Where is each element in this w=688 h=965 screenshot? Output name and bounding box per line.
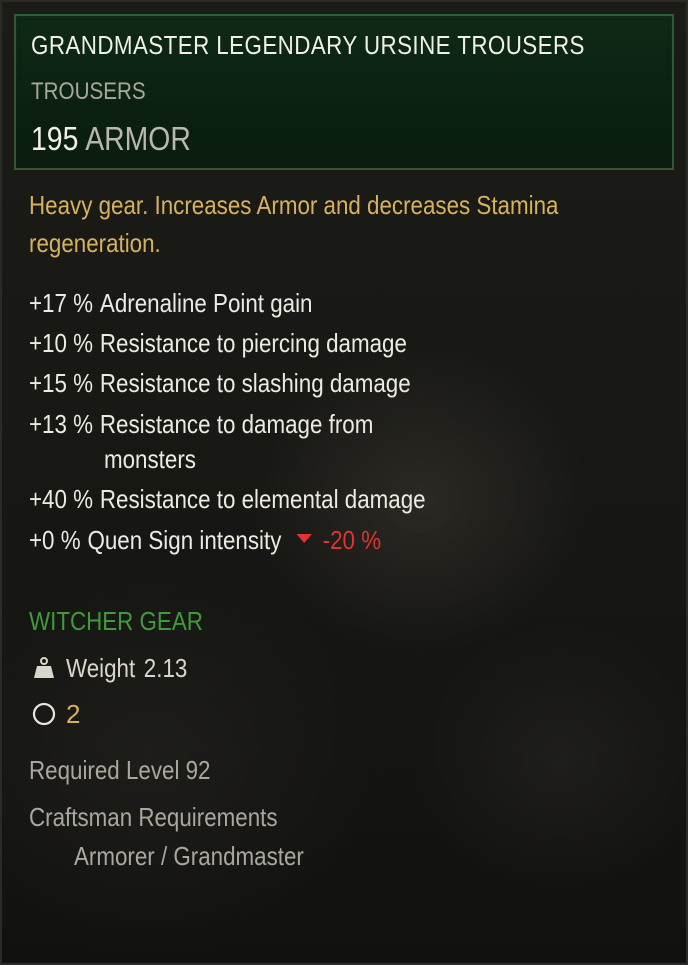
item-header: GRANDMASTER LEGENDARY URSINE TROUSERS TR… bbox=[14, 14, 674, 170]
red-down-triangle-icon bbox=[296, 533, 313, 543]
stat-line: +17 % Adrenaline Point gain bbox=[29, 288, 312, 319]
stat-percent: +13 % bbox=[29, 409, 94, 439]
weight-value: 2.13 bbox=[143, 652, 188, 683]
craftsman-requirements-title: Craftsman Requirements bbox=[29, 802, 278, 832]
stat-percent: +40 % bbox=[29, 484, 94, 514]
item-description: Heavy gear. Increases Armor and decrease… bbox=[29, 190, 559, 258]
weight-label: Weight bbox=[66, 652, 136, 683]
socket-count: 2 bbox=[66, 698, 81, 729]
stat-line: +13 % Resistance to damage from bbox=[29, 409, 373, 440]
item-type: TROUSERS bbox=[31, 78, 146, 105]
armor-label: ARMOR bbox=[85, 120, 191, 157]
empty-slot-circle-icon bbox=[32, 702, 56, 726]
stat-label: Quen Sign intensity bbox=[87, 525, 282, 555]
stat-percent: +17 % bbox=[29, 288, 94, 318]
craftsman-requirements-value: Armorer / Grandmaster bbox=[74, 841, 304, 871]
stat-percent: +15 % bbox=[29, 368, 94, 398]
weight-text: Weight 2.13 bbox=[66, 653, 187, 684]
required-level: Required Level 92 bbox=[29, 755, 211, 785]
item-name: GRANDMASTER LEGENDARY URSINE TROUSERS bbox=[31, 30, 585, 60]
stat-percent: +0 % bbox=[29, 525, 81, 555]
stat-label: Resistance to slashing damage bbox=[99, 368, 411, 398]
armor-rating: 195 ARMOR bbox=[31, 120, 191, 158]
stat-line: +10 % Resistance to piercing damage bbox=[29, 328, 407, 359]
socket-row: 2 bbox=[32, 694, 80, 734]
stat-negative-modifier: -20 % bbox=[322, 525, 382, 555]
stat-label-continuation: monsters bbox=[104, 444, 196, 474]
stat-label: Adrenaline Point gain bbox=[99, 288, 313, 318]
weight-row: Weight 2.13 bbox=[32, 648, 207, 688]
weight-icon bbox=[34, 657, 54, 678]
stat-line: +15 % Resistance to slashing damage bbox=[29, 368, 411, 399]
stat-label: Resistance to elemental damage bbox=[99, 484, 426, 514]
stat-percent: +10 % bbox=[29, 328, 94, 358]
gear-set-tag: WITCHER GEAR bbox=[29, 606, 203, 636]
armor-value: 195 bbox=[31, 120, 79, 157]
stat-label: Resistance to piercing damage bbox=[99, 328, 407, 358]
stat-line: +40 % Resistance to elemental damage bbox=[29, 484, 426, 515]
stat-line: +0 % Quen Sign intensity -20 % bbox=[29, 525, 381, 556]
stat-label: Resistance to damage from bbox=[99, 409, 374, 439]
